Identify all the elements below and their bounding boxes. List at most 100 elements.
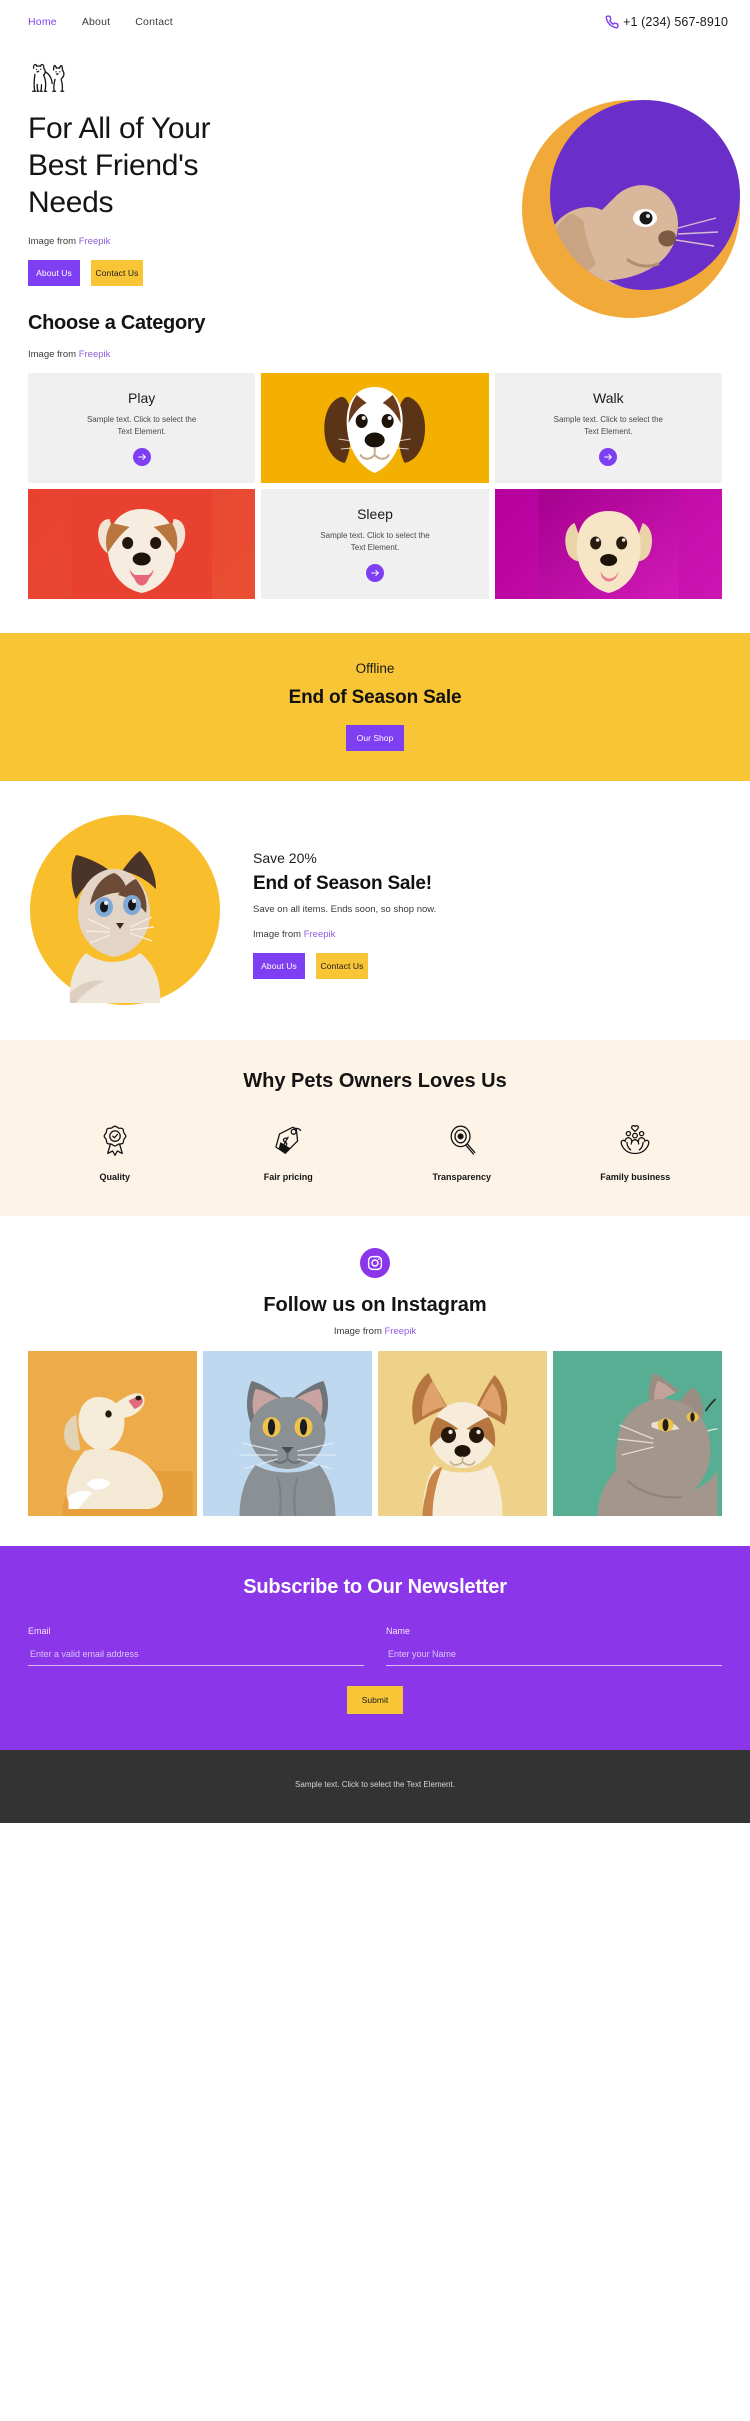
english-bulldog-photo [71, 489, 212, 599]
category-card-title: Walk [593, 389, 624, 406]
hero-image [522, 100, 740, 318]
hero-purple-circle [550, 100, 740, 290]
hero-contact-us-button[interactable]: Contact Us [91, 259, 143, 286]
hero-about-us-button[interactable]: About Us [28, 259, 80, 286]
promo-kicker: Save 20% [253, 850, 317, 866]
instagram-photo-3[interactable] [378, 1351, 547, 1516]
feature-label: Family business [600, 1172, 671, 1182]
category-photo-beagle [261, 373, 489, 483]
instagram-section: Follow us on Instagram Image from Freepi… [0, 1216, 750, 1546]
category-card-sample-text: Sample text. Click to select the Text El… [86, 414, 197, 436]
arrow-right-icon[interactable] [365, 564, 384, 583]
feature-row: Quality Fair pricing Transparency Family… [0, 1123, 750, 1182]
name-input[interactable] [386, 1646, 722, 1666]
nav-links: Home About Contact [28, 16, 173, 28]
why-heading: Why Pets Owners Loves Us [243, 1070, 507, 1092]
sale-banner-section: Offline End of Season Sale Our Shop [0, 633, 750, 781]
french-bulldog-photo [550, 185, 719, 290]
magnifier-eye-icon [445, 1123, 479, 1157]
category-card-sample-text: Sample text. Click to select the Text El… [553, 414, 663, 436]
why-section: Why Pets Owners Loves Us Quality Fair pr… [0, 1040, 750, 1216]
category-card-title: Play [128, 389, 156, 406]
promo-button-row: About Us Contact Us [253, 953, 436, 979]
sale-banner-title: End of Season Sale [288, 687, 462, 708]
grey-cat-looking-up-photo [557, 1351, 718, 1516]
instagram-gallery [0, 1351, 750, 1546]
dog-cat-logo-icon[interactable] [28, 61, 70, 95]
nav-link-contact[interactable]: Contact [135, 16, 173, 28]
promo-body: Save 20% End of Season Sale! Save on all… [253, 846, 436, 979]
credit-link-freepik[interactable]: Freepik [304, 929, 336, 940]
instagram-photo-1[interactable] [28, 1351, 197, 1516]
feature-label: Transparency [432, 1172, 492, 1182]
promo-section: Save 20% End of Season Sale! Save on all… [0, 781, 750, 1040]
hero-title: For All of Your Best Friend's Needs [28, 112, 211, 219]
feature-label: Quality [99, 1172, 130, 1182]
credit-link-freepik[interactable]: Freepik [79, 349, 111, 360]
promo-contact-us-button[interactable]: Contact Us [316, 953, 368, 979]
credit-prefix: Image from [333, 1326, 385, 1337]
award-badge-icon [98, 1123, 132, 1157]
name-field-group: Name [386, 1626, 722, 1666]
phone-icon [605, 14, 619, 29]
page-root: Home About Contact +1 (234) 567-8910 For… [0, 0, 750, 1823]
our-shop-button[interactable]: Our Shop [346, 725, 404, 751]
beagle-puppy-photo [304, 373, 445, 483]
header-phone[interactable]: +1 (234) 567-8910 [605, 15, 728, 29]
category-grid: Play Sample text. Click to select the Te… [28, 373, 722, 599]
feature-transparency: Transparency [375, 1123, 549, 1182]
category-card-sample-text: Sample text. Click to select the Text El… [320, 530, 430, 552]
promo-title: End of Season Sale! [253, 873, 432, 894]
category-card-title: Sleep [357, 505, 393, 522]
email-input[interactable] [28, 1646, 364, 1666]
promo-image [28, 815, 243, 1010]
name-label: Name [386, 1626, 411, 1636]
category-card-sleep[interactable]: Sleep Sample text. Click to select the T… [261, 489, 489, 599]
phone-number: +1 (234) 567-8910 [623, 14, 728, 29]
feature-family-business: Family business [549, 1123, 723, 1182]
submit-button[interactable]: Submit [347, 1686, 403, 1714]
sale-banner-kicker: Offline [355, 661, 395, 676]
category-photo-bulldog [28, 489, 256, 599]
feature-quality: Quality [28, 1123, 202, 1182]
hands-family-icon [618, 1123, 652, 1157]
arrow-right-icon[interactable] [132, 448, 151, 467]
footer: Sample text. Click to select the Text El… [0, 1750, 750, 1823]
grey-cat-photo [207, 1351, 368, 1516]
category-photo-golden-retriever [494, 489, 722, 599]
category-card-play[interactable]: Play Sample text. Click to select the Te… [28, 373, 256, 483]
feature-fair-pricing: Fair pricing [202, 1123, 376, 1182]
credit-prefix: Image from [28, 235, 79, 247]
promo-description: Save on all items. Ends soon, so shop no… [253, 904, 437, 915]
price-tag-icon [271, 1123, 305, 1157]
email-field-group: Email [28, 1626, 364, 1666]
instagram-icon[interactable] [360, 1248, 390, 1278]
category-image-credit: Image from Freepik [28, 349, 722, 360]
nav-link-about[interactable]: About [82, 16, 110, 28]
chihuahua-photo [382, 1351, 543, 1516]
newsletter-form: Email Name [28, 1626, 722, 1666]
golden-retriever-puppy-photo [538, 489, 679, 599]
instagram-photo-2[interactable] [203, 1351, 372, 1516]
newsletter-section: Subscribe to Our Newsletter Email Name S… [0, 1546, 750, 1750]
instagram-photo-4[interactable] [553, 1351, 722, 1516]
siamese-cat-photo [69, 851, 161, 1003]
category-card-walk[interactable]: Walk Sample text. Click to select the Te… [494, 373, 722, 483]
arrow-right-icon[interactable] [599, 448, 618, 467]
credit-link-freepik[interactable]: Freepik [79, 236, 111, 247]
promo-image-credit: Image from Freepik [253, 929, 436, 940]
credit-prefix: Image from [28, 349, 79, 360]
hero-section: For All of Your Best Friend's Needs Imag… [0, 43, 750, 318]
instagram-heading: Follow us on Instagram [263, 1294, 487, 1316]
email-label: Email [28, 1626, 51, 1636]
feature-label: Fair pricing [263, 1172, 313, 1182]
howling-dog-photo [32, 1351, 193, 1516]
credit-prefix: Image from [253, 929, 304, 940]
instagram-image-credit: Image from Freepik [0, 1326, 750, 1337]
category-section: Choose a Category Image from Freepik Pla… [0, 312, 750, 599]
credit-link-freepik[interactable]: Freepik [385, 1326, 417, 1337]
newsletter-heading: Subscribe to Our Newsletter [243, 1576, 507, 1598]
top-navigation-bar: Home About Contact +1 (234) 567-8910 [0, 0, 750, 43]
promo-about-us-button[interactable]: About Us [253, 953, 305, 979]
nav-link-home[interactable]: Home [28, 16, 57, 28]
